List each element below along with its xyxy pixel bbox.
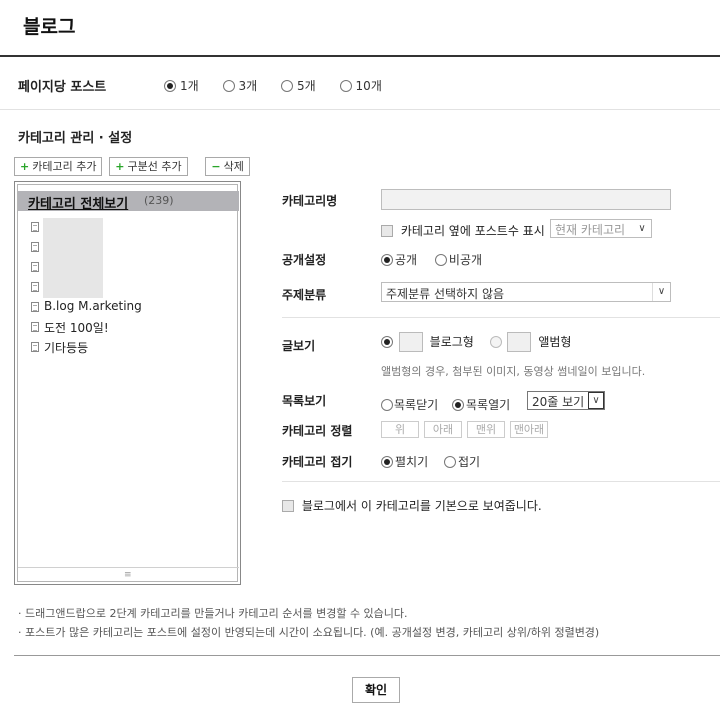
- list-view-label: 목록보기: [282, 394, 327, 408]
- sort-top-button[interactable]: 맨위: [467, 421, 505, 438]
- drag-handle-icon: ≡: [124, 570, 132, 580]
- tree-item-label[interactable]: 기타등등: [44, 339, 88, 356]
- posts-per-page-option-10[interactable]: 10개: [339, 77, 382, 94]
- sort-up-button[interactable]: 위: [381, 421, 419, 438]
- category-tree[interactable]: 카테고리 전체보기 (239) B.log M.arketing 도전 100일…: [14, 181, 241, 585]
- document-icon: [31, 282, 39, 292]
- minus-icon: −: [211, 160, 221, 173]
- default-category-checkbox[interactable]: [282, 500, 294, 512]
- bottom-divider: [14, 655, 720, 656]
- help-note: · 드래그앤드랍으로 2단계 카테고리를 만들거나 카테고리 순서를 변경할 수…: [18, 607, 408, 620]
- posts-per-page-options: 1개 3개 5개 10개: [164, 77, 400, 94]
- help-note: · 포스트가 많은 카테고리는 포스트에 설정이 반영되는데 시간이 소요됩니다…: [18, 626, 600, 639]
- fold-label: 카테고리 접기: [282, 455, 353, 469]
- show-count-select[interactable]: 현재 카테고리 ∨: [550, 219, 652, 238]
- topic-select[interactable]: 주제분류 선택하지 않음 ∨: [381, 282, 671, 302]
- show-count-row: 카테고리 옆에 포스트수 표시: [381, 222, 545, 239]
- visibility-public-radio[interactable]: 공개: [381, 251, 417, 268]
- form-divider: [282, 481, 720, 482]
- document-icon: [31, 322, 39, 332]
- show-count-checkbox[interactable]: [381, 225, 393, 237]
- view-note: 앨범형의 경우, 첨부된 이미지, 동영상 썸네일이 보입니다.: [381, 365, 646, 378]
- list-close-radio[interactable]: 목록닫기: [381, 396, 438, 413]
- posts-per-page-option-5[interactable]: 5개: [281, 77, 316, 94]
- topic-label: 주제분류: [282, 288, 327, 302]
- fold-options: 펼치기 접기: [381, 453, 498, 470]
- tree-item-label[interactable]: B.log M.arketing: [44, 299, 142, 313]
- dropdown-arrow-icon: ∨: [588, 392, 604, 409]
- sort-label: 카테고리 정렬: [282, 424, 353, 438]
- category-toolbar: + 카테고리 추가 + 구분선 추가 − 삭제: [14, 157, 250, 176]
- add-category-button[interactable]: + 카테고리 추가: [14, 157, 103, 176]
- delete-button[interactable]: − 삭제: [205, 157, 250, 176]
- view-album-label[interactable]: 앨범형: [538, 335, 571, 349]
- confirm-button[interactable]: 확인: [352, 677, 400, 703]
- blurred-category-names: [43, 218, 103, 298]
- tree-item-label[interactable]: 도전 100일!: [44, 319, 109, 336]
- tree-all-label: 카테고리 전체보기: [28, 197, 129, 212]
- posts-per-page-option-3[interactable]: 3개: [222, 77, 257, 94]
- plus-icon: +: [20, 160, 30, 173]
- view-blog-radio[interactable]: [381, 335, 393, 348]
- page-title: 블로그: [23, 16, 76, 38]
- visibility-label: 공개설정: [282, 253, 327, 267]
- tree-all-count: (239): [144, 194, 174, 207]
- section-divider: [0, 109, 720, 110]
- tree-resize-handle[interactable]: ≡: [18, 567, 239, 581]
- list-view-options: 목록닫기 목록열기: [381, 396, 528, 413]
- visibility-options: 공개 비공개: [381, 251, 500, 268]
- show-count-label: 카테고리 옆에 포스트수 표시: [400, 224, 545, 238]
- default-category-row: 블로그에서 이 카테고리를 기본으로 보여줍니다.: [282, 497, 542, 514]
- default-category-label: 블로그에서 이 카테고리를 기본으로 보여줍니다.: [301, 499, 542, 513]
- category-name-label: 카테고리명: [282, 194, 338, 208]
- fold-collapse-radio[interactable]: 접기: [443, 453, 480, 470]
- blog-view-icon: [398, 332, 423, 352]
- posts-per-page-label: 페이지당 포스트: [18, 80, 107, 95]
- document-icon: [31, 222, 39, 232]
- sort-down-button[interactable]: 아래: [424, 421, 462, 438]
- album-view-icon: [507, 332, 532, 352]
- plus-icon: +: [115, 160, 125, 173]
- list-rows-select[interactable]: 20줄 보기 ∨: [527, 391, 605, 410]
- document-icon: [31, 342, 39, 352]
- dropdown-arrow-icon: ∨: [652, 283, 670, 301]
- document-icon: [31, 262, 39, 272]
- list-open-radio[interactable]: 목록열기: [452, 396, 510, 413]
- view-options: 블로그형 앨범형: [381, 332, 571, 352]
- dropdown-arrow-icon: ∨: [638, 223, 646, 234]
- tree-item-all[interactable]: 카테고리 전체보기 (239): [18, 191, 239, 212]
- category-manage-title: 카테고리 관리 · 설정: [18, 131, 133, 146]
- visibility-private-radio[interactable]: 비공개: [434, 251, 482, 268]
- document-icon: [31, 242, 39, 252]
- fold-expand-radio[interactable]: 펼치기: [381, 453, 428, 470]
- view-label: 글보기: [282, 339, 316, 353]
- add-divider-button[interactable]: + 구분선 추가: [109, 157, 188, 176]
- view-album-radio[interactable]: [489, 335, 502, 348]
- posts-per-page-option-1[interactable]: 1개: [164, 77, 199, 94]
- category-name-input[interactable]: [381, 189, 671, 210]
- view-blog-label[interactable]: 블로그형: [430, 335, 474, 349]
- sort-bottom-button[interactable]: 맨아래: [510, 421, 548, 438]
- document-icon: [31, 302, 39, 312]
- form-divider: [282, 317, 720, 318]
- header-divider: [0, 55, 720, 57]
